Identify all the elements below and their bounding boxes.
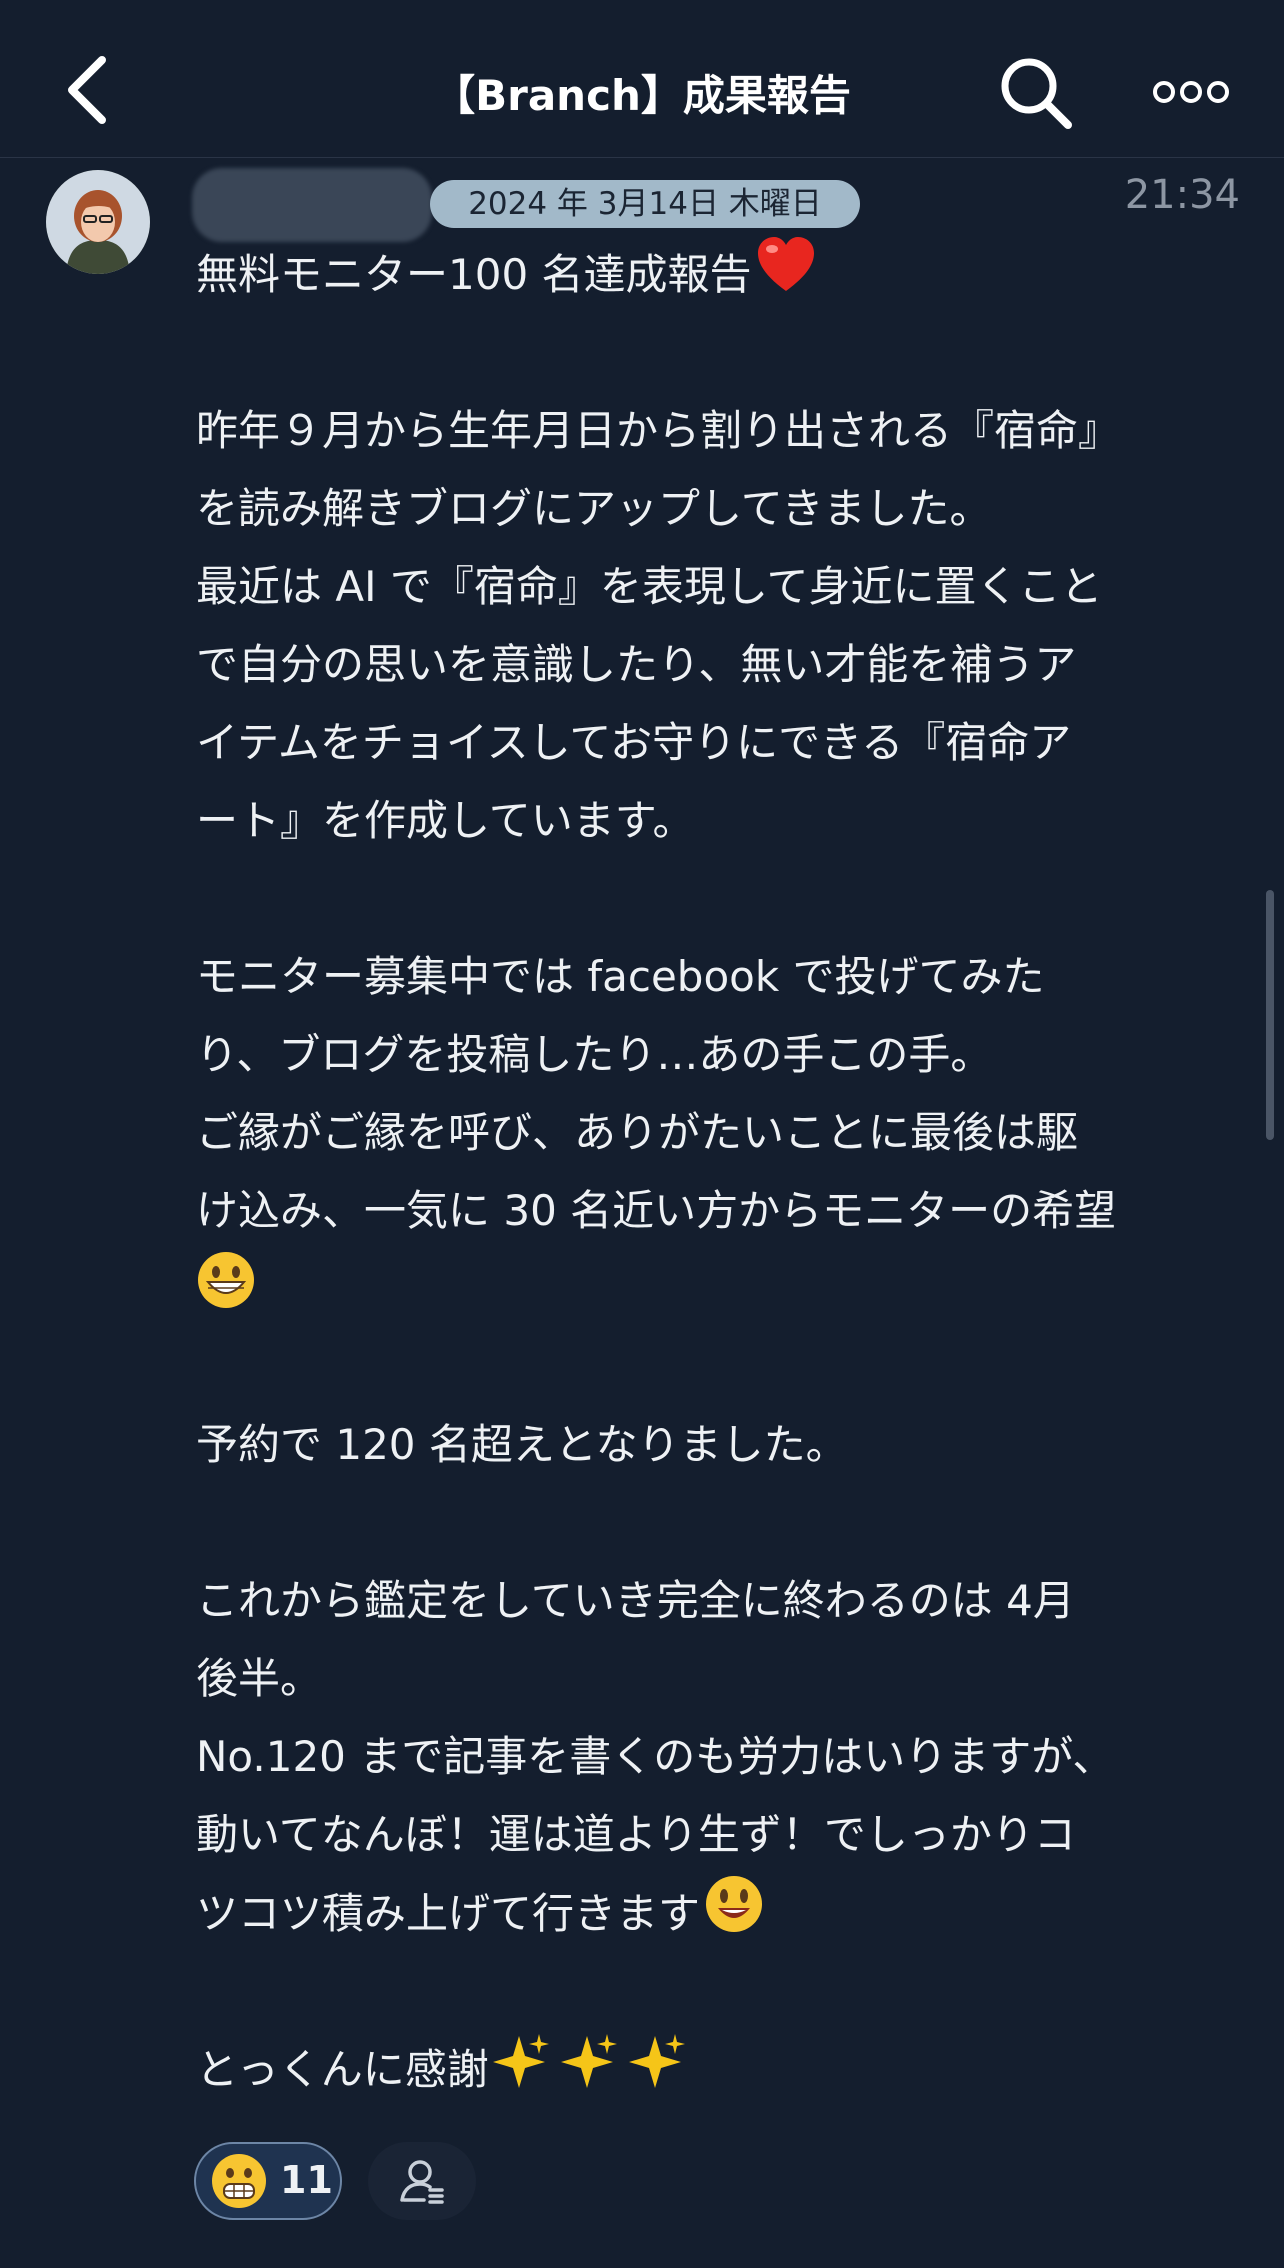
chat-title: 【Branch】成果報告 <box>433 71 851 120</box>
sparkles-icon <box>492 2030 693 2115</box>
avatar-image <box>46 170 150 274</box>
message-line: ート』を作成しています。 <box>196 796 695 845</box>
more-horizontal-icon <box>1153 81 1229 103</box>
message-line: モニター募集中では facebook で投げてみた <box>196 952 1045 1001</box>
chat-header: 【Branch】成果報告 <box>0 0 1284 158</box>
message-line: り、ブログを投稿したり…あの手この手。 <box>196 1030 993 1079</box>
message-line: ツコツ積み上げて行きます <box>196 1874 1246 1952</box>
message-line: 最近は AI で『宿命』を表現して身近に置くこと <box>196 562 1103 611</box>
message-line: とっくんに感謝 <box>196 2030 1246 2108</box>
reaction-chip[interactable]: 11 <box>194 2142 342 2220</box>
sender-avatar[interactable] <box>46 170 150 274</box>
sender-name-redacted <box>192 168 432 242</box>
grinning-face-emoji-icon <box>212 2154 266 2208</box>
message-line: で自分の思いを意識したり、無い才能を補うア <box>196 640 1077 689</box>
message-line: を読み解きブログにアップしてきました。 <box>196 484 992 533</box>
message-line <box>196 1250 1246 1328</box>
reacted-users-icon <box>400 2160 444 2204</box>
message-line: 後半。 <box>196 1654 323 1703</box>
message-line: これから鑑定をしていき完全に終わるのは 4月 <box>196 1576 1075 1625</box>
message-line: け込み、一気に 30 名近い方からモニターの希望 <box>196 1186 1117 1235</box>
grinning-face-emoji-icon <box>196 1250 256 1335</box>
scrollbar[interactable] <box>1266 890 1274 1140</box>
smiley-face-emoji-icon <box>704 1874 764 1959</box>
message-line: 予約で 120 名超えとなりました。 <box>196 1420 848 1469</box>
reaction-count: 11 <box>280 2158 333 2202</box>
message-line: 動いてなんぼ！運は道より生ず！でしっかりコ <box>196 1810 1076 1859</box>
search-button[interactable] <box>998 55 1074 131</box>
message-line: 昨年９月から生年月日から割り出される『宿命』 <box>196 406 1121 455</box>
message-body[interactable]: 無料モニター100 名達成報告 昨年９月から生年月日から割り出される『宿命』 を… <box>196 236 1246 2108</box>
more-button[interactable] <box>1152 72 1230 112</box>
message-time: 21:34 <box>1124 172 1240 218</box>
date-separator: 2024 年 3月14日 木曜日 <box>430 180 860 228</box>
message-line: イテムをチョイスしてお守りにできる『宿命ア <box>196 718 1072 767</box>
message-line: ご縁がご縁を呼び、ありがたいことに最後は駆 <box>196 1108 1079 1157</box>
reaction-users-button[interactable] <box>368 2142 476 2220</box>
search-icon <box>1001 58 1072 129</box>
message-line: 無料モニター100 名達成報告 <box>196 236 1246 314</box>
red-heart-icon <box>756 237 816 318</box>
message-line: No.120 まで記事を書くのも労力はいりますが、 <box>196 1732 1115 1781</box>
